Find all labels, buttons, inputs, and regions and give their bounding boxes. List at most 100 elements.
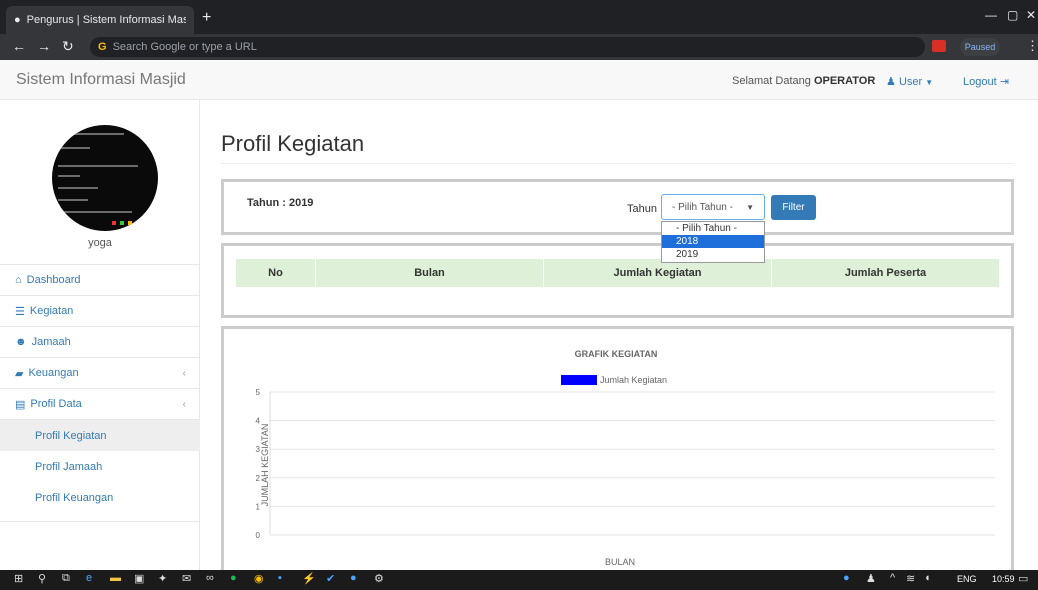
store-icon[interactable]: ▣ (134, 572, 144, 585)
extension-icon[interactable] (932, 40, 946, 52)
dropdown-option[interactable]: 2019 (662, 248, 764, 261)
minimize-icon[interactable]: — (985, 8, 997, 22)
browser-tab[interactable]: ● Pengurus | Sistem Informasi Mas × (6, 6, 194, 34)
tray-icon[interactable]: ● (843, 572, 850, 584)
task-view-icon[interactable]: ⧉ (62, 572, 70, 585)
clock[interactable]: 10:59 (992, 574, 1015, 584)
forward-icon[interactable]: → (37, 38, 51, 54)
spotify-icon[interactable]: ● (230, 572, 237, 584)
address-placeholder: Search Google or type a URL (112, 41, 257, 53)
sidebar-username: yoga (88, 237, 112, 249)
close-window-icon[interactable]: ✕ (1026, 8, 1036, 22)
notification-icon[interactable]: ▭ (1018, 572, 1028, 585)
sidebar-item-label: Dashboard (26, 274, 81, 286)
kebab-menu-icon[interactable]: ⋮ (1026, 38, 1038, 54)
divider (221, 163, 1014, 164)
new-tab-icon[interactable]: + (202, 9, 211, 27)
column-header: Bulan (316, 259, 544, 287)
chevron-up-icon[interactable]: ^ (890, 572, 895, 584)
user-icon: ♟ (886, 76, 896, 88)
app-icon[interactable]: ● (350, 572, 357, 584)
year-select-value: - Pilih Tahun - (672, 201, 733, 213)
sidebar-item-label: Profil Data (30, 398, 82, 410)
file-icon: ▤ (15, 398, 26, 411)
column-header: No (236, 259, 316, 287)
app-icon[interactable]: ⚡ (302, 572, 316, 585)
logout-button[interactable]: Logout ⇥ (963, 75, 1009, 88)
home-icon: ⌂ (15, 274, 22, 286)
sidebar-subitem-profil-jamaah[interactable]: Profil Jamaah (0, 451, 200, 482)
sidebar-item-label: Kegiatan (29, 305, 74, 317)
year-select[interactable]: - Pilih Tahun - ▼ (661, 194, 765, 220)
sidebar-subitem-label: Profil Keuangan (35, 491, 114, 504)
folder-icon[interactable]: ▬ (110, 572, 121, 584)
dropdown-option[interactable]: 2018 (662, 235, 764, 248)
language-indicator[interactable]: ENG (957, 574, 977, 584)
filter-panel (221, 179, 1014, 235)
sidebar-item-profil-data[interactable]: ▤ Profil Data ‹ (0, 389, 200, 420)
chevron-left-icon: ‹ (182, 398, 186, 410)
sidebar-item-jamaah[interactable]: ☻ Jamaah (0, 327, 200, 358)
sidebar-item-label: Keuangan (28, 367, 79, 379)
sidebar-subitem-label: Profil Kegiatan (35, 429, 107, 442)
caret-down-icon: ▼ (925, 78, 934, 87)
volume-icon[interactable]: ◖ (924, 572, 931, 584)
user-menu-label: User (898, 76, 923, 88)
tahun-label: Tahun : 2019 (247, 197, 314, 209)
welcome-user: OPERATOR (813, 75, 876, 87)
sidebar-subitem-profil-keuangan[interactable]: Profil Keuangan (0, 482, 200, 513)
app-icon[interactable]: ∞ (206, 572, 214, 584)
welcome-text: Selamat Datang OPERATOR (732, 75, 875, 87)
sign-out-icon: ⇥ (999, 76, 1009, 88)
windows-taskbar (0, 570, 1038, 590)
people-icon[interactable]: ♟ (866, 572, 876, 585)
chevron-left-icon: ‹ (182, 367, 186, 379)
google-icon: G (98, 41, 107, 53)
avatar (52, 125, 158, 231)
y-tick-label: 4 (256, 417, 261, 426)
logout-label: Logout (963, 76, 997, 88)
year-dropdown: - Pilih Tahun - 2018 2019 (661, 221, 765, 263)
address-bar[interactable]: G Search Google or type a URL (90, 37, 925, 57)
sidebar-subitem-label: Profil Jamaah (35, 460, 103, 473)
user-menu-button[interactable]: ♟ User ▼ (886, 75, 933, 88)
chrome-icon[interactable]: ◉ (254, 572, 264, 585)
reload-icon[interactable]: ↻ (62, 38, 74, 55)
list-icon: ☰ (15, 305, 25, 318)
sidebar-item-kegiatan[interactable]: ☰ Kegiatan (0, 296, 200, 327)
network-icon[interactable]: ≋ (906, 572, 915, 585)
table-header: No Bulan Jumlah Kegiatan Jumlah Peserta (236, 259, 999, 287)
search-icon[interactable]: ⚲ (38, 572, 46, 585)
paused-badge[interactable]: Paused (960, 38, 1000, 56)
chart-canvas: 0 1 2 3 4 5 (256, 388, 995, 540)
sidebar-item-dashboard[interactable]: ⌂ Dashboard (0, 265, 200, 296)
app-icon[interactable]: ✔ (326, 572, 335, 585)
browser-tab-title: Pengurus | Sistem Informasi Mas × (26, 14, 186, 26)
dropdown-option[interactable]: - Pilih Tahun - (662, 222, 764, 235)
filter-year-label: Tahun (627, 203, 657, 215)
back-icon[interactable]: ← (12, 38, 26, 54)
sidebar-item-label: Jamaah (31, 336, 71, 348)
sidebar-item-keuangan[interactable]: ▰ Keuangan ‹ (0, 358, 200, 389)
windows-start-icon[interactable]: ⊞ (14, 572, 23, 585)
book-icon: ▰ (15, 367, 24, 380)
edge-icon[interactable]: e (86, 572, 92, 584)
restore-icon[interactable]: ▢ (1007, 8, 1018, 22)
y-tick-label: 2 (256, 474, 261, 483)
globe-icon: ● (14, 14, 21, 26)
page-title: Profil Kegiatan (221, 131, 365, 156)
chart-title: GRAFIK KEGIATAN (574, 349, 658, 359)
users-icon: ☻ (15, 336, 27, 348)
app-icon[interactable]: ⚙ (374, 572, 384, 585)
y-tick-label: 1 (256, 502, 261, 511)
mail-icon[interactable]: ✉ (182, 572, 191, 585)
y-tick-label: 0 (256, 531, 261, 540)
column-header: Jumlah Peserta (844, 267, 927, 279)
app-icon[interactable]: ✦ (158, 572, 167, 585)
brand-title[interactable]: Sistem Informasi Masjid (16, 71, 186, 89)
welcome-prefix: Selamat Datang (732, 75, 811, 87)
chevron-down-icon: ▼ (746, 202, 754, 212)
sidebar-subitem-profil-kegiatan[interactable]: Profil Kegiatan (0, 420, 200, 451)
app-icon[interactable]: ▪ (278, 572, 282, 584)
filter-button[interactable]: Filter (771, 195, 816, 220)
